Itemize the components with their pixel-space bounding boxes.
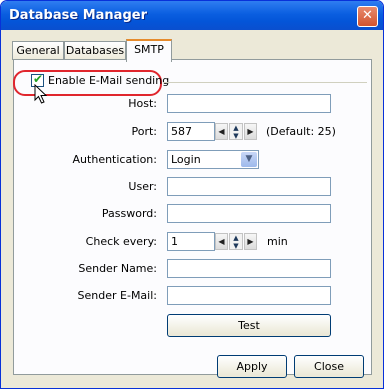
port-increment-right-icon[interactable]: ▶ [244,123,257,140]
sender-email-input[interactable] [167,286,331,305]
authentication-value: Login [171,153,201,166]
group-divider [163,82,367,83]
title-bar[interactable]: Database Manager ✕ [1,1,383,30]
port-input[interactable]: 587 [167,122,215,141]
window-title: Database Manager [9,8,147,23]
apply-button[interactable]: Apply [217,355,287,378]
sender-name-input[interactable] [167,259,331,278]
password-input[interactable] [167,204,331,223]
port-label: Port: [131,125,157,138]
port-down-icon[interactable]: ▼ [230,132,242,140]
dialog-body: General Databases SMTP ✔ Enable E-Mail s… [4,30,380,385]
tab-databases[interactable]: Databases [64,41,126,60]
authentication-select[interactable]: Login ▼ [167,150,259,169]
test-button[interactable]: Test [167,314,331,337]
check-every-updown[interactable]: ▲ ▼ [229,233,243,250]
chevron-down-icon[interactable]: ▼ [241,152,257,167]
check-every-increment-right-icon[interactable]: ▶ [244,233,257,250]
check-every-unit: min [267,235,288,248]
database-manager-window: Database Manager ✕ General Databases SMT… [0,0,384,389]
host-input[interactable] [167,94,331,113]
port-default-hint: (Default: 25) [266,125,336,138]
tab-smtp[interactable]: SMTP [126,39,172,62]
authentication-label: Authentication: [72,153,157,166]
check-every-input[interactable]: 1 [167,232,215,251]
close-button[interactable]: Close [294,355,364,378]
enable-email-label[interactable]: Enable E-Mail sending [48,74,169,87]
tab-general[interactable]: General [12,41,64,60]
user-label: User: [128,180,157,193]
port-up-icon[interactable]: ▲ [230,124,242,132]
close-window-button[interactable]: ✕ [357,6,378,27]
host-label: Host: [128,97,157,110]
password-label: Password: [101,207,157,220]
check-every-down-icon[interactable]: ▼ [230,242,242,250]
sender-name-label: Sender Name: [78,262,157,275]
check-every-decrement-left-icon[interactable]: ◀ [215,233,228,250]
port-decrement-left-icon[interactable]: ◀ [215,123,228,140]
check-every-up-icon[interactable]: ▲ [230,234,242,242]
user-input[interactable] [167,177,331,196]
check-every-label: Check every: [85,235,157,248]
sender-email-label: Sender E-Mail: [77,289,157,302]
port-updown[interactable]: ▲ ▼ [229,123,243,140]
